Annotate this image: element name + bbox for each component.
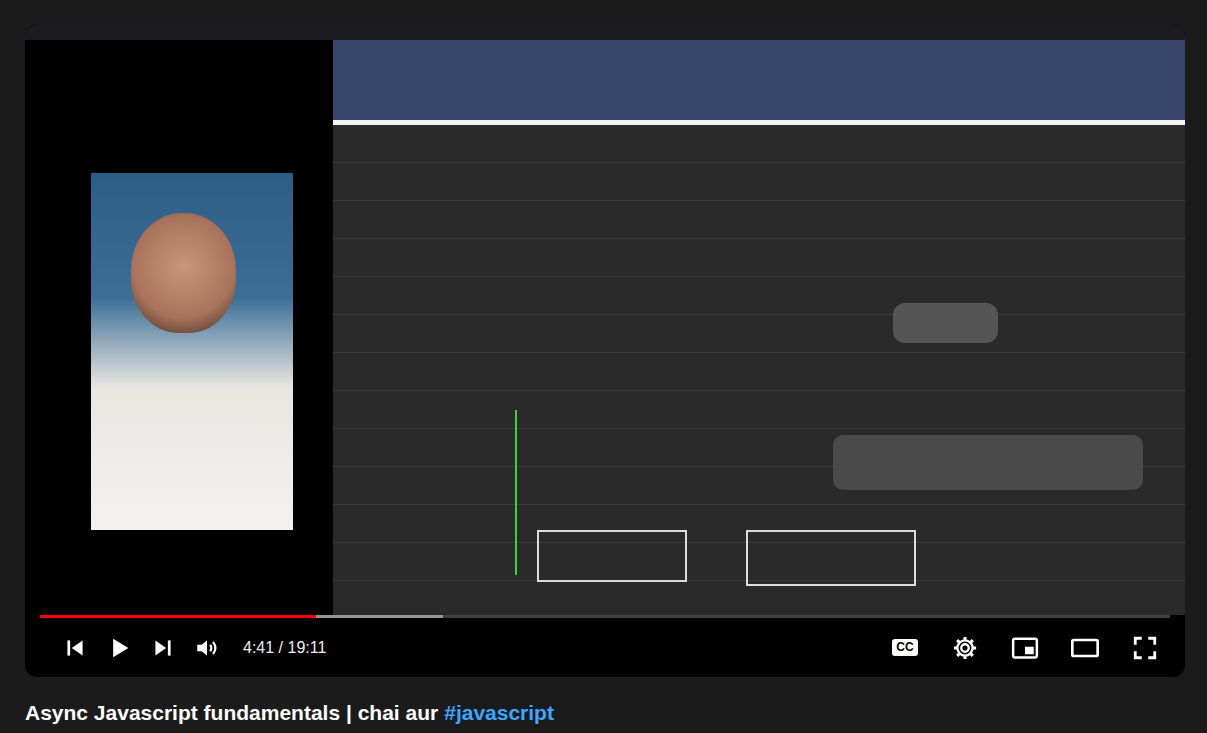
- progress-fill: [40, 615, 316, 618]
- hashtag-link[interactable]: #javascript: [444, 701, 554, 724]
- captions-label: CC: [892, 639, 917, 656]
- notes-app: [333, 40, 1185, 615]
- webcam-area: [25, 40, 333, 615]
- fullscreen-icon[interactable]: [1123, 626, 1167, 670]
- time-display: 4:41 / 19:11: [243, 636, 326, 660]
- theater-icon[interactable]: [1063, 626, 1107, 670]
- notes-toolbar: [333, 40, 1185, 120]
- volume-icon[interactable]: [185, 626, 229, 670]
- video-frame[interactable]: [25, 25, 1185, 615]
- right-controls: CC: [883, 626, 1167, 670]
- miniplayer-icon[interactable]: [1003, 626, 1047, 670]
- notes-board: [333, 125, 1185, 615]
- video-player[interactable]: 4:41 / 19:11 CC: [25, 25, 1185, 677]
- presenter-picture: [91, 173, 293, 530]
- page: 4:41 / 19:11 CC Async Javascript fundamen…: [0, 0, 1207, 729]
- previous-icon[interactable]: [53, 626, 97, 670]
- video-title: Async Javascript fundamentals | chai aur…: [25, 677, 1185, 729]
- captions-button[interactable]: CC: [883, 626, 927, 670]
- title-text: Async Javascript fundamentals | chai aur: [25, 701, 438, 724]
- progress-track[interactable]: [40, 615, 1170, 618]
- control-bar: 4:41 / 19:11 CC: [25, 618, 1185, 677]
- mac-menu-bar: [25, 25, 1185, 40]
- play-icon[interactable]: [97, 626, 141, 670]
- gear-icon[interactable]: [943, 626, 987, 670]
- next-icon[interactable]: [141, 626, 185, 670]
